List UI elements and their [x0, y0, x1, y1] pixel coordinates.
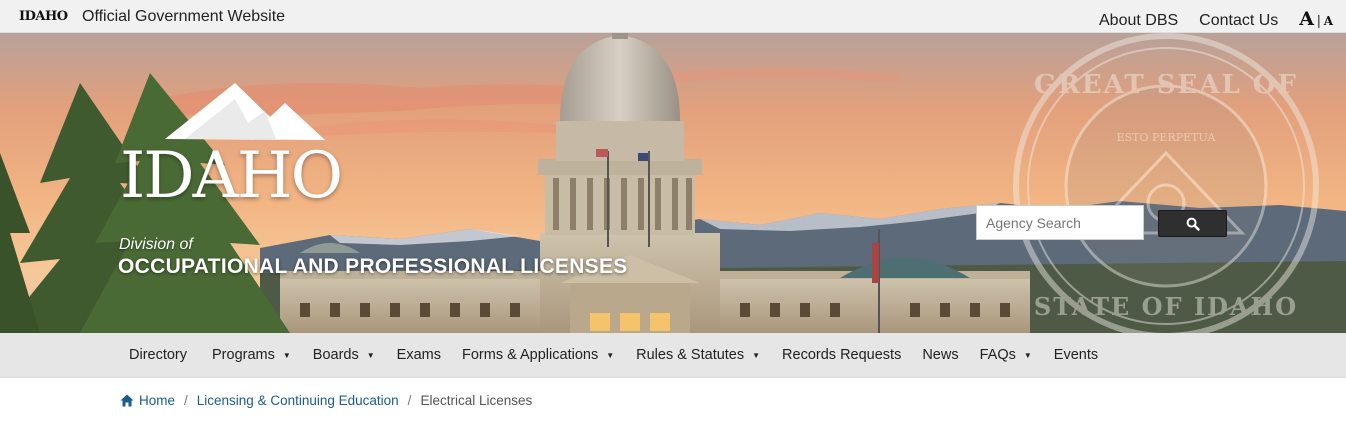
- caret-down-icon: ▼: [1023, 350, 1032, 360]
- division-of-label: Division of: [119, 236, 193, 253]
- breadcrumb: Home / Licensing & Continuing Education …: [120, 393, 532, 408]
- home-icon: [120, 394, 134, 407]
- nav-item-programs[interactable]: Programs ▼: [212, 347, 291, 363]
- svg-text:GREAT SEAL OF: GREAT SEAL OF: [1034, 70, 1298, 100]
- main-navigation: Directory Programs ▼ Boards ▼ Exams Form…: [0, 333, 1346, 378]
- search-button[interactable]: [1158, 210, 1227, 237]
- top-bar: IDAHO Official Government Website About …: [0, 0, 1346, 33]
- nav-item-records-requests[interactable]: Records Requests: [782, 347, 901, 363]
- breadcrumb-current-page: Electrical Licenses: [420, 393, 533, 408]
- font-size-separator: |: [1317, 12, 1321, 28]
- breadcrumb-separator: /: [184, 393, 188, 408]
- caret-down-icon: ▼: [606, 350, 615, 360]
- nav-item-exams[interactable]: Exams: [397, 347, 441, 363]
- nav-item-faqs[interactable]: FAQs ▼: [980, 347, 1032, 363]
- nav-item-label: Forms & Applications: [462, 347, 599, 363]
- nav-item-label: Boards: [312, 347, 359, 363]
- increase-font-size-button[interactable]: A: [1299, 8, 1314, 30]
- nav-item-label: Directory: [129, 347, 188, 363]
- contact-us-link[interactable]: Contact Us: [1199, 12, 1278, 30]
- caret-down-icon: ▼: [366, 350, 375, 360]
- nav-list: Directory Programs ▼ Boards ▼ Exams Form…: [129, 347, 1098, 363]
- breadcrumb-home-link[interactable]: Home: [120, 393, 175, 408]
- idaho-brand-wordmark[interactable]: IDAHO: [120, 144, 343, 208]
- nav-item-directory[interactable]: Directory: [129, 347, 187, 363]
- breadcrumb-licensing-link[interactable]: Licensing & Continuing Education: [197, 393, 399, 408]
- nav-item-boards[interactable]: Boards ▼: [313, 347, 375, 363]
- caret-down-icon: ▼: [282, 350, 291, 360]
- agency-search-input[interactable]: [976, 205, 1144, 240]
- decrease-font-size-button[interactable]: A: [1324, 14, 1333, 28]
- nav-item-label: Events: [1053, 347, 1099, 363]
- breadcrumb-home-label: Home: [139, 393, 176, 408]
- nav-item-label: FAQs: [979, 347, 1016, 363]
- nav-item-label: News: [922, 347, 959, 363]
- nav-item-rules-statutes[interactable]: Rules & Statutes ▼: [636, 347, 760, 363]
- about-dbs-link[interactable]: About DBS: [1099, 12, 1178, 30]
- nav-item-news[interactable]: News: [922, 347, 958, 363]
- svg-text:ESTO PERPETUA: ESTO PERPETUA: [1117, 131, 1217, 144]
- breadcrumb-separator: /: [407, 393, 412, 408]
- idaho-small-logo[interactable]: IDAHO: [19, 9, 68, 24]
- agency-name-title[interactable]: OCCUPATIONAL AND PROFESSIONAL LICENSES: [118, 255, 628, 279]
- svg-text:STATE OF IDAHO: STATE OF IDAHO: [1034, 292, 1298, 321]
- search-icon: [1186, 217, 1200, 231]
- nav-item-label: Programs: [212, 347, 275, 363]
- top-links: About DBS Contact Us A | A: [1099, 8, 1333, 30]
- nav-item-events[interactable]: Events: [1054, 347, 1098, 363]
- official-website-label: Official Government Website: [82, 8, 286, 25]
- hero-banner: GREAT SEAL OF STATE OF IDAHO ESTO PERPET…: [0, 33, 1346, 333]
- caret-down-icon: ▼: [752, 350, 761, 360]
- nav-item-label: Exams: [396, 347, 441, 363]
- nav-item-label: Rules & Statutes: [636, 347, 745, 363]
- nav-item-label: Records Requests: [782, 347, 902, 363]
- nav-item-forms-applications[interactable]: Forms & Applications ▼: [462, 347, 614, 363]
